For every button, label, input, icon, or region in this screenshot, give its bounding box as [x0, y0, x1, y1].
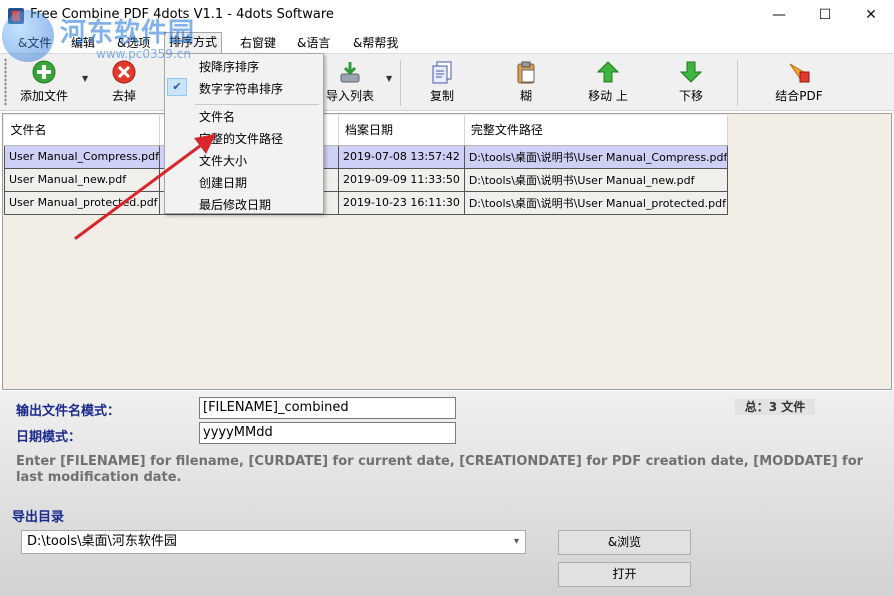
add-file-label: 添加文件	[19, 89, 68, 103]
toolbar-separator	[400, 60, 401, 106]
sort-by-filename-item[interactable]: 文件名	[166, 106, 322, 128]
cell-date: 2019-09-09 11:33:50	[338, 167, 465, 192]
move-down-label: 下移	[678, 89, 703, 103]
import-list-label: 导入列表	[325, 89, 374, 103]
toolbar-grip[interactable]	[4, 58, 7, 106]
output-folder-combo[interactable]: D:\tools\桌面\河东软件园 ▾	[21, 530, 526, 554]
import-dropdown-icon[interactable]: ▼	[386, 74, 392, 83]
browse-button[interactable]: &浏览	[558, 530, 691, 555]
chevron-down-icon[interactable]: ▾	[514, 531, 519, 553]
output-settings-panel: 输出文件名模式： [FILENAME]_combined 总：3 文件 日期模式…	[0, 391, 894, 596]
maximize-button[interactable]: ☐	[802, 0, 848, 31]
cell-path: D:\tools\桌面\说明书\User Manual_Compress.pdf	[463, 144, 729, 169]
filename-pattern-label: 输出文件名模式：	[16, 404, 121, 419]
remove-button[interactable]: 去掉	[100, 56, 148, 106]
date-pattern-input[interactable]: yyyyMMdd	[199, 422, 456, 444]
column-date[interactable]: 档案日期	[338, 115, 465, 146]
sort-by-created-item[interactable]: 创建日期	[166, 172, 322, 194]
title-bar: Free Combine PDF 4dots V1.1 - 4dots Soft…	[0, 0, 894, 31]
sort-by-modified-item[interactable]: 最后修改日期	[166, 194, 322, 216]
sort-by-fullpath-item[interactable]: 完整的文件路径	[166, 128, 322, 150]
pattern-hint-text: Enter [FILENAME] for filename, [CURDATE]…	[16, 454, 864, 485]
output-folder-label: 导出目录	[12, 510, 65, 525]
menu-help[interactable]: &帮帮我	[349, 34, 402, 51]
cell-filename: User Manual_protected.pdf	[4, 190, 160, 215]
date-pattern-label: 日期模式：	[16, 430, 82, 445]
sort-numeric-string-item[interactable]: 数字字符串排序	[166, 78, 322, 100]
menu-separator	[195, 104, 319, 105]
copy-button[interactable]: 复制	[418, 56, 466, 106]
toolbar: 添加文件 ▼ 去掉 导入列表 ▼ 复制 糊 移动 上 下移 结合PDF	[0, 53, 894, 111]
paste-button[interactable]: 糊	[502, 56, 550, 106]
close-button[interactable]: ✕	[848, 0, 894, 31]
import-list-button[interactable]: 导入列表	[322, 56, 378, 106]
menu-bar: &文件 编辑 &选项 排序方式 右窗键 &语言 &帮帮我	[0, 31, 894, 53]
remove-icon	[112, 60, 136, 84]
menu-options[interactable]: &选项	[113, 34, 154, 51]
toolbar-separator	[737, 60, 738, 106]
column-filename[interactable]: 文件名	[4, 115, 160, 146]
copy-label: 复制	[429, 89, 454, 103]
remove-label: 去掉	[111, 89, 136, 103]
file-table: 文件名 密码 档案日期 完整文件路径 User Manual_Compress.…	[4, 115, 729, 215]
filename-pattern-input[interactable]: [FILENAME]_combined	[199, 397, 456, 419]
add-icon	[32, 60, 56, 84]
combine-pdf-button[interactable]: 结合PDF	[768, 56, 830, 106]
menu-context[interactable]: 右窗键	[236, 34, 280, 51]
total-files-label: 总：3 文件	[735, 399, 815, 415]
arrow-down-icon	[679, 61, 703, 83]
table-row[interactable]: User Manual_protected.pdf 2019-10-23 16:…	[4, 190, 729, 215]
sort-dropdown-menu: 按降序排序 ✔ 数字字符串排序 文件名 完整的文件路径 文件大小 创建日期 最后…	[164, 53, 324, 214]
move-down-button[interactable]: 下移	[666, 56, 716, 106]
cell-path: D:\tools\桌面\说明书\User Manual_protected.pd…	[463, 190, 729, 215]
move-up-button[interactable]: 移动 上	[582, 56, 634, 106]
paste-label: 糊	[519, 89, 532, 103]
sort-descending-item[interactable]: 按降序排序	[166, 56, 322, 78]
app-icon	[8, 8, 24, 24]
import-icon	[340, 62, 360, 83]
cell-filename: User Manual_new.pdf	[4, 167, 160, 192]
combine-pdf-icon	[789, 63, 810, 83]
minimize-button[interactable]: —	[756, 0, 802, 31]
combine-pdf-label: 结合PDF	[775, 89, 823, 103]
move-up-label: 移动 上	[588, 89, 628, 103]
window-title: Free Combine PDF 4dots V1.1 - 4dots Soft…	[30, 7, 334, 22]
menu-sort[interactable]: 排序方式	[164, 32, 223, 53]
column-fullpath[interactable]: 完整文件路径	[464, 115, 729, 146]
table-row[interactable]: User Manual_Compress.pdf 2019-07-08 13:5…	[4, 144, 729, 169]
output-folder-value: D:\tools\桌面\河东软件园	[27, 534, 177, 549]
add-file-dropdown-icon[interactable]: ▼	[82, 74, 88, 83]
table-row[interactable]: User Manual_new.pdf 2019-09-09 11:33:50 …	[4, 167, 729, 192]
open-button[interactable]: 打开	[558, 562, 691, 587]
menu-edit[interactable]: 编辑	[67, 34, 99, 51]
arrow-up-icon	[596, 61, 620, 83]
menu-language[interactable]: &语言	[293, 34, 334, 51]
cell-date: 2019-07-08 13:57:42	[338, 144, 465, 169]
cell-date: 2019-10-23 16:11:30	[338, 190, 465, 215]
cell-path: D:\tools\桌面\说明书\User Manual_new.pdf	[463, 167, 729, 192]
paste-icon	[517, 61, 535, 84]
copy-icon	[432, 61, 452, 84]
menu-file[interactable]: &文件	[14, 34, 55, 51]
file-list-panel[interactable]: 文件名 密码 档案日期 完整文件路径 User Manual_Compress.…	[2, 113, 892, 390]
add-file-button[interactable]: 添加文件	[12, 56, 76, 106]
sort-by-filesize-item[interactable]: 文件大小	[166, 150, 322, 172]
cell-filename: User Manual_Compress.pdf	[4, 144, 160, 169]
